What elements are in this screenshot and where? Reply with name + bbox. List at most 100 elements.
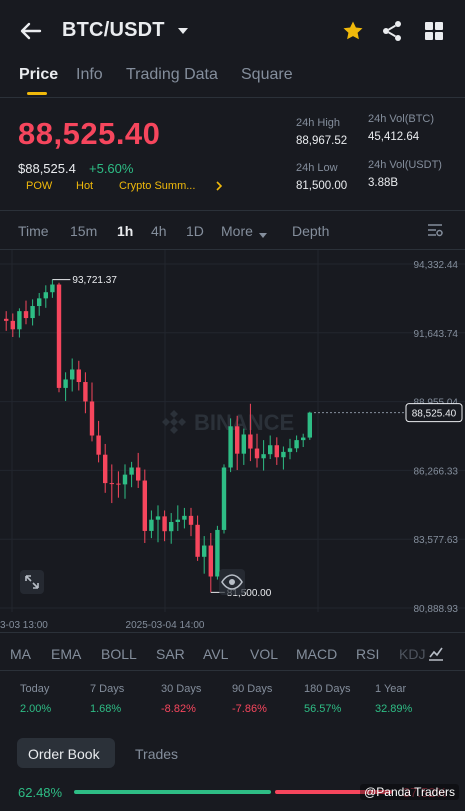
- candle: [235, 426, 240, 454]
- perf-value-1y: 32.89%: [375, 703, 413, 715]
- buy-ratio-percent: 62.48%: [18, 785, 63, 800]
- candle: [30, 306, 35, 319]
- share-icon[interactable]: [380, 19, 404, 43]
- trading-pair-title[interactable]: BTC/USDT: [62, 19, 165, 42]
- indicator-vol[interactable]: VOL: [250, 646, 278, 662]
- indicator-sar[interactable]: SAR: [156, 646, 185, 662]
- stat-high-value: 88,967.52: [296, 135, 348, 147]
- divider: [0, 632, 465, 633]
- tab-order-book[interactable]: Order Book: [28, 746, 100, 762]
- candle: [23, 311, 29, 319]
- candle: [37, 298, 42, 307]
- indicator-boll[interactable]: BOLL: [101, 646, 137, 662]
- divider: [0, 97, 465, 98]
- price-change-percent: +5.60%: [89, 161, 134, 176]
- perf-value-today: 2.00%: [20, 703, 52, 715]
- favorite-star-icon[interactable]: [341, 19, 365, 43]
- indicator-avl[interactable]: AVL: [203, 646, 228, 662]
- candle: [175, 519, 180, 522]
- candle: [4, 318, 9, 321]
- perf-value-180d: 56.57%: [304, 703, 342, 715]
- stat-volbtc-value: 45,412.64: [368, 131, 420, 143]
- expand-chart-icon[interactable]: [20, 570, 44, 594]
- candle: [142, 480, 147, 531]
- grid-menu-icon[interactable]: [422, 19, 446, 43]
- candle: [281, 451, 286, 458]
- candle: [149, 519, 154, 531]
- perf-label-today: Today: [20, 683, 50, 695]
- y-tick-label: 86,266.33: [414, 466, 459, 477]
- indicator-ma[interactable]: MA: [10, 646, 31, 662]
- candle: [103, 454, 108, 484]
- last-price: 88,525.40: [18, 116, 161, 151]
- candle: [182, 515, 187, 520]
- tab-info[interactable]: Info: [76, 66, 103, 84]
- indicator-macd[interactable]: MACD: [296, 646, 337, 662]
- candle: [169, 521, 174, 532]
- indicator-ema[interactable]: EMA: [51, 646, 81, 662]
- binance-watermark: BINANCE: [162, 410, 294, 435]
- indicator-settings-icon[interactable]: [427, 644, 445, 662]
- eye-icon[interactable]: [219, 569, 245, 595]
- indicator-kdj[interactable]: KDJ: [399, 646, 425, 662]
- candle: [83, 382, 88, 402]
- interval-more[interactable]: More: [221, 223, 253, 239]
- candle: [268, 445, 273, 455]
- interval-4h[interactable]: 4h: [151, 223, 167, 239]
- watermark-badge: @Panda Traders: [360, 784, 459, 800]
- depth-tab[interactable]: Depth: [292, 223, 329, 239]
- candle: [188, 515, 194, 525]
- perf-value-7d: 1.68%: [90, 703, 122, 715]
- stat-volusdt-label: 24h Vol(USDT): [368, 159, 442, 171]
- interval-15m[interactable]: 15m: [70, 223, 97, 239]
- tag-pow[interactable]: POW: [26, 180, 52, 192]
- stat-low-value: 81,500.00: [296, 180, 348, 192]
- candle: [241, 434, 246, 454]
- chevron-right-icon[interactable]: [214, 179, 224, 197]
- candle: [254, 448, 260, 459]
- usd-price: $88,525.4: [18, 161, 76, 176]
- tab-trades[interactable]: Trades: [135, 746, 178, 762]
- candle: [221, 467, 227, 530]
- candle: [76, 369, 81, 383]
- candle: [89, 401, 95, 436]
- stat-volusdt-value: 3.88B: [368, 177, 399, 189]
- more-caret-icon[interactable]: [258, 227, 268, 245]
- y-tick-label: 80,888.93: [414, 604, 459, 615]
- tab-price[interactable]: Price: [19, 66, 58, 84]
- interval-time[interactable]: Time: [18, 223, 49, 239]
- divider: [0, 210, 465, 211]
- candle: [228, 426, 233, 468]
- indicator-rsi[interactable]: RSI: [356, 646, 379, 662]
- x-tick-label: 2025-03-04 14:00: [126, 620, 205, 630]
- interval-1h[interactable]: 1h: [117, 223, 133, 239]
- y-tick-label: 91,643.74: [414, 329, 459, 340]
- candle: [202, 545, 207, 557]
- chart-settings-icon[interactable]: [426, 222, 444, 243]
- chevron-down-icon[interactable]: [176, 24, 190, 38]
- candle: [17, 311, 22, 330]
- candle: [261, 454, 266, 459]
- perf-value-30d: -8.82%: [161, 703, 196, 715]
- stat-low-label: 24h Low: [296, 162, 338, 174]
- tag-hot[interactable]: Hot: [76, 180, 93, 192]
- candle: [116, 483, 121, 485]
- x-tick-label: 3-03 13:00: [0, 620, 48, 630]
- tab-trading-data[interactable]: Trading Data: [126, 66, 218, 84]
- candle: [155, 516, 161, 520]
- back-arrow-icon[interactable]: [18, 18, 44, 44]
- tab-square[interactable]: Square: [241, 66, 293, 84]
- candle: [162, 516, 167, 532]
- perf-label-180d: 180 Days: [304, 683, 351, 695]
- current-price-label: 88,525.40: [412, 409, 457, 420]
- perf-label-90d: 90 Days: [232, 683, 273, 695]
- tag-crypto-summit[interactable]: Crypto Summ...: [119, 180, 195, 192]
- candle: [43, 292, 48, 299]
- stat-volbtc-label: 24h Vol(BTC): [368, 113, 435, 125]
- candle: [274, 445, 279, 458]
- candle: [129, 467, 134, 475]
- active-tab-indicator: [27, 92, 47, 95]
- stat-high-label: 24h High: [296, 117, 341, 129]
- interval-1d[interactable]: 1D: [186, 223, 204, 239]
- buy-ratio-bar: [74, 790, 271, 794]
